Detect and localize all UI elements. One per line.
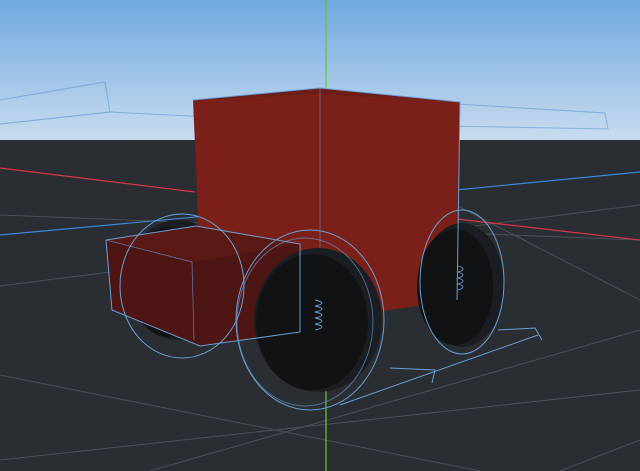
front-left-wheel[interactable] [254,248,382,392]
3d-viewport[interactable] [0,0,640,471]
scene-canvas[interactable] [0,0,640,471]
